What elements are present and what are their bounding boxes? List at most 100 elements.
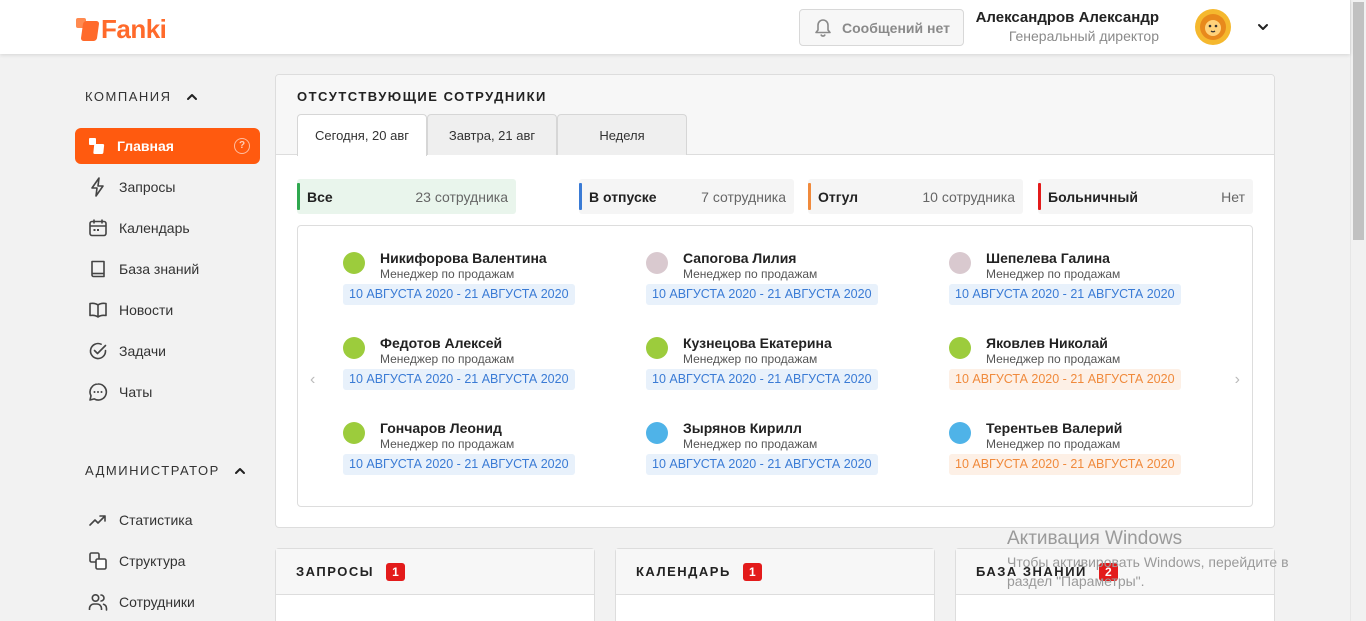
sidebar-item-label: Календарь (119, 220, 190, 236)
panel-header: ОТСУТСТВУЮЩИЕ СОТРУДНИКИ Сегодня, 20 авг… (276, 75, 1274, 156)
page-scrollbar[interactable] (1350, 0, 1366, 621)
calendar-icon (89, 219, 107, 237)
employee-name: Кузнецова Екатерина (683, 335, 832, 351)
logo-text: Fanki (101, 14, 167, 44)
card-header[interactable]: КАЛЕНДАРЬ 1 (616, 549, 934, 595)
user-info[interactable]: Александров Александр Генеральный директ… (976, 9, 1159, 44)
sidebar-item-label: База знаний (119, 261, 200, 277)
chevron-up-icon (234, 467, 245, 474)
dino-avatar-icon (343, 422, 365, 444)
absence-dates: 10 АВГУСТА 2020 - 21 АВГУСТА 2020 (343, 454, 575, 475)
employee-role: Менеджер по продажам (380, 267, 515, 281)
absence-dates: 10 АВГУСТА 2020 - 21 АВГУСТА 2020 (949, 284, 1181, 305)
filter-sick-leave[interactable]: Больничный Нет (1038, 179, 1253, 214)
bird-avatar-icon (949, 422, 971, 444)
dino-avatar-icon (343, 252, 365, 274)
check-circle-icon (89, 342, 107, 360)
logo[interactable]: Fanki (76, 14, 167, 45)
employee-name: Терентьев Валерий (986, 420, 1123, 436)
absence-dates: 10 АВГУСТА 2020 - 21 АВГУСТА 2020 (949, 369, 1181, 390)
book-icon (91, 260, 105, 278)
sidebar-item-tasks[interactable]: Задачи (75, 333, 260, 369)
employee-card[interactable]: Кузнецова Екатерина Менеджер по продажам… (646, 331, 886, 401)
admin-section-toggle[interactable]: АДМИНИСТРАТОР (85, 463, 246, 478)
messages-button[interactable]: Сообщений нет (799, 9, 964, 46)
card-title: ЗАПРОСЫ (296, 564, 374, 579)
home-icon (89, 138, 105, 154)
sidebar-item-knowledge-base[interactable]: База знаний (75, 251, 260, 287)
pig-avatar-icon (646, 252, 668, 274)
absence-dates: 10 АВГУСТА 2020 - 21 АВГУСТА 2020 (646, 284, 878, 305)
filter-color-bar (1038, 183, 1041, 210)
user-avatar[interactable] (1195, 9, 1231, 45)
employee-name: Яковлев Николай (986, 335, 1108, 351)
filter-vacation[interactable]: В отпуске 7 сотрудника (579, 179, 794, 214)
filter-color-bar (297, 183, 300, 210)
sidebar-item-label: Сотрудники (119, 594, 195, 610)
employee-card[interactable]: Яковлев Николай Менеджер по продажам 10 … (949, 331, 1189, 401)
filter-label: Отгул (818, 188, 859, 205)
company-section-toggle[interactable]: КОМПАНИЯ (85, 89, 198, 104)
scrollbar-thumb[interactable] (1353, 2, 1364, 240)
filter-label: Все (307, 188, 333, 205)
filter-count: Нет (1221, 188, 1245, 205)
employee-name: Федотов Алексей (380, 335, 503, 351)
sidebar-item-news[interactable]: Новости (75, 292, 260, 328)
watermark-text: Чтобы активировать Windows, перейдите в … (1007, 554, 1289, 589)
sidebar-item-structure[interactable]: Структура (75, 543, 260, 579)
calendar-card: КАЛЕНДАРЬ 1 (615, 548, 935, 621)
employee-role: Менеджер по продажам (683, 437, 818, 451)
sidebar-item-calendar[interactable]: Календарь (75, 210, 260, 246)
employee-card[interactable]: Никифорова Валентина Менеджер по продажа… (343, 246, 583, 316)
absence-dates: 10 АВГУСТА 2020 - 21 АВГУСТА 2020 (343, 369, 575, 390)
trend-icon (89, 515, 106, 526)
absence-dates: 10 АВГУСТА 2020 - 21 АВГУСТА 2020 (646, 369, 878, 390)
employee-role: Менеджер по продажам (380, 437, 515, 451)
dino-avatar-icon (949, 337, 971, 359)
chat-icon (89, 383, 108, 401)
sidebar-item-home[interactable]: Главная ? (75, 128, 260, 164)
employee-card[interactable]: Сапогова Лилия Менеджер по продажам 10 А… (646, 246, 886, 316)
chevron-down-icon[interactable] (1256, 20, 1270, 34)
bird-avatar-icon (646, 422, 668, 444)
lion-avatar-icon (1200, 14, 1226, 40)
filter-label: В отпуске (589, 188, 657, 205)
watermark-title: Активация Windows (1007, 528, 1183, 549)
sidebar-item-label: Структура (119, 553, 186, 569)
filter-count: 7 сотрудника (701, 188, 786, 205)
requests-card: ЗАПРОСЫ 1 (275, 548, 595, 621)
bell-icon (815, 18, 831, 37)
card-header[interactable]: ЗАПРОСЫ 1 (276, 549, 594, 595)
employee-card[interactable]: Терентьев Валерий Менеджер по продажам 1… (949, 416, 1189, 486)
help-icon[interactable]: ? (234, 138, 250, 154)
panel-title: ОТСУТСТВУЮЩИЕ СОТРУДНИКИ (297, 89, 547, 104)
employee-card[interactable]: Зырянов Кирилл Менеджер по продажам 10 А… (646, 416, 886, 486)
tab-tomorrow[interactable]: Завтра, 21 авг (427, 114, 557, 155)
dino-avatar-icon (343, 337, 365, 359)
absence-dates: 10 АВГУСТА 2020 - 21 АВГУСТА 2020 (949, 454, 1181, 475)
employee-card[interactable]: Шепелева Галина Менеджер по продажам 10 … (949, 246, 1189, 316)
chevron-right-icon[interactable]: › (1235, 371, 1240, 389)
filter-day-off[interactable]: Отгул 10 сотрудника (808, 179, 1023, 214)
tab-week[interactable]: Неделя (557, 114, 687, 155)
chevron-left-icon[interactable]: ‹ (310, 371, 315, 389)
sidebar-item-label: Новости (119, 302, 174, 318)
employee-role: Менеджер по продажам (986, 437, 1121, 451)
sidebar-item-label: Чаты (119, 384, 153, 400)
employee-card[interactable]: Гончаров Леонид Менеджер по продажам 10 … (343, 416, 583, 486)
users-icon (88, 593, 108, 611)
logo-mark-icon (76, 17, 100, 42)
sidebar-item-statistics[interactable]: Статистика (75, 502, 260, 538)
sidebar-item-chats[interactable]: Чаты (75, 374, 260, 410)
pig-avatar-icon (949, 252, 971, 274)
messages-label: Сообщений нет (842, 19, 950, 36)
employee-card[interactable]: Федотов Алексей Менеджер по продажам 10 … (343, 331, 583, 401)
sidebar-item-requests[interactable]: Запросы (75, 169, 260, 205)
employee-role: Менеджер по продажам (986, 352, 1121, 366)
sidebar-item-label: Статистика (119, 512, 193, 528)
tab-today[interactable]: Сегодня, 20 авг (297, 114, 427, 156)
filter-all[interactable]: Все 23 сотрудника (297, 179, 516, 214)
sidebar-item-employees[interactable]: Сотрудники (75, 584, 260, 620)
employee-list: ‹ › Никифорова Валентина Менеджер по про… (297, 225, 1253, 507)
count-badge: 1 (742, 562, 762, 581)
